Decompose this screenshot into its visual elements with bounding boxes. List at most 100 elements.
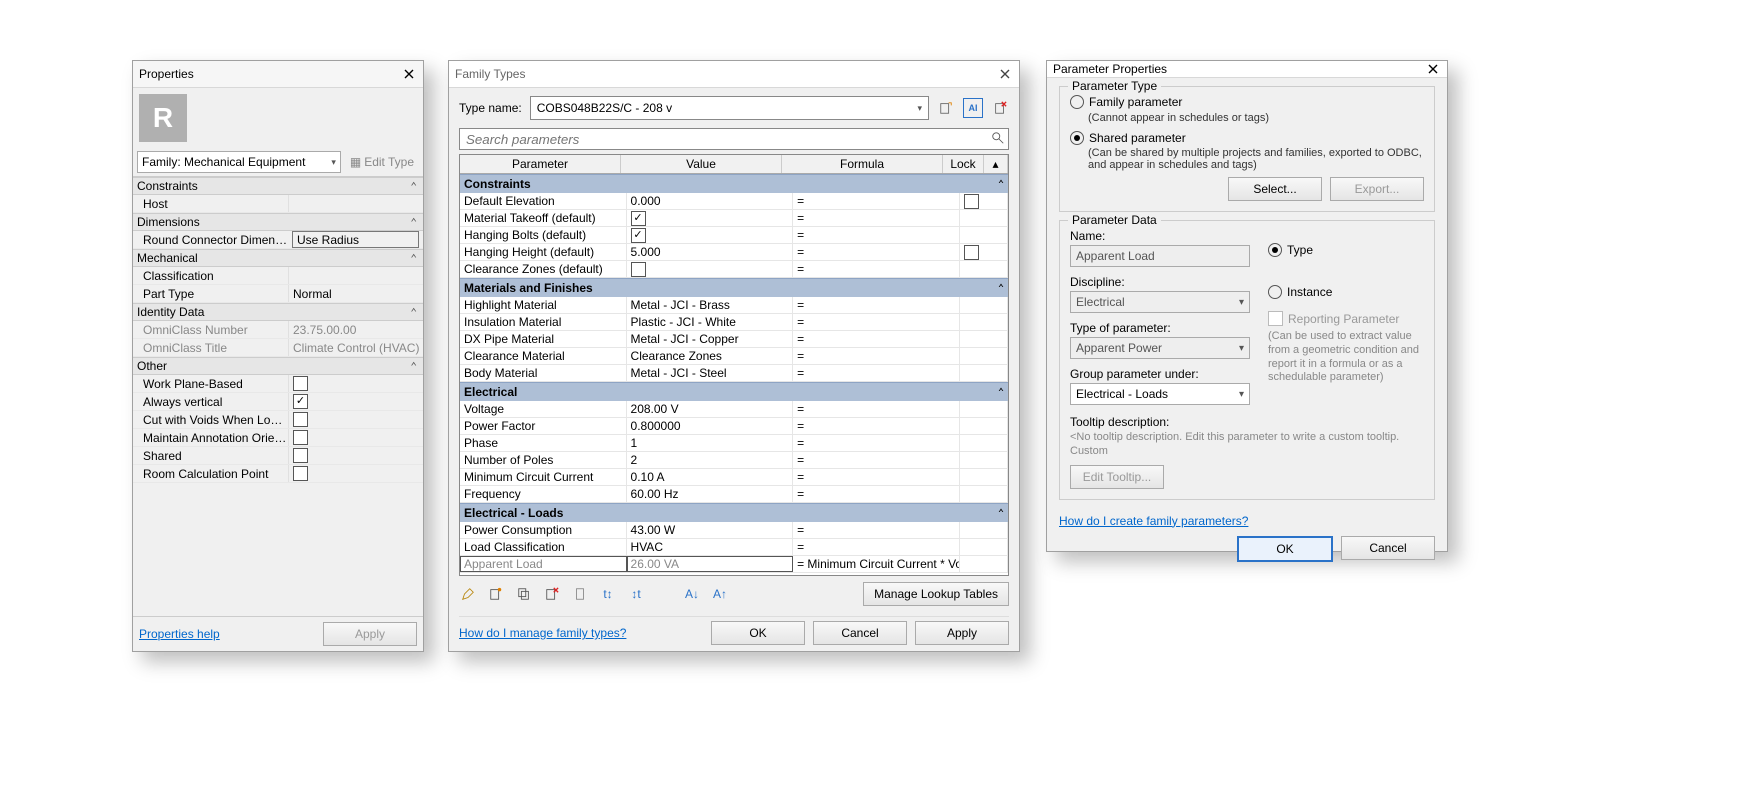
apply-button[interactable]: Apply — [323, 622, 417, 646]
type-of-parameter-select[interactable]: Apparent Power — [1070, 337, 1250, 359]
manage-family-types-link[interactable]: How do I manage family types? — [459, 626, 626, 640]
prop-classification[interactable]: Classification — [133, 267, 423, 285]
rename-type-icon[interactable]: AI — [963, 98, 983, 118]
group-under-select[interactable]: Electrical - Loads — [1070, 383, 1250, 405]
checkbox[interactable] — [631, 211, 646, 226]
edit-type-icon: ▦ — [350, 155, 361, 169]
prop-cut-with-voids[interactable]: Cut with Voids When Load... — [133, 411, 423, 429]
group-electrical-loads[interactable]: Electrical - Loads⌃ — [460, 503, 1008, 522]
name-field: Apparent Load — [1070, 245, 1250, 267]
table-row: Minimum Circuit Current0.10 A= — [460, 469, 1008, 486]
close-icon[interactable] — [997, 66, 1013, 82]
table-row: Body MaterialMetal - JCI - Steel= — [460, 365, 1008, 382]
new-type-icon[interactable] — [937, 99, 955, 117]
scroll-up-icon[interactable]: ▴ — [984, 155, 1008, 173]
family-types-title: Family Types — [455, 67, 525, 81]
tooltip-placeholder: <No tooltip description. Edit this param… — [1070, 431, 1424, 459]
collapse-icon: ⌃ — [998, 508, 1004, 519]
move-up-icon[interactable]: t↕ — [599, 585, 617, 603]
checkbox[interactable] — [293, 466, 308, 481]
select-button[interactable]: Select... — [1228, 177, 1322, 201]
properties-help-link[interactable]: Properties help — [139, 627, 220, 641]
manage-lookup-tables-button[interactable]: Manage Lookup Tables — [863, 582, 1009, 606]
prop-shared[interactable]: Shared — [133, 447, 423, 465]
checkbox[interactable] — [631, 228, 646, 243]
checkbox[interactable] — [293, 376, 308, 391]
close-icon[interactable] — [401, 66, 417, 82]
family-parameter-radio[interactable]: Family parameter — [1070, 95, 1182, 109]
sort-asc-icon[interactable]: A↓ — [683, 585, 701, 603]
modify-parameter-icon[interactable] — [459, 585, 477, 603]
checkbox[interactable] — [293, 412, 308, 427]
create-family-parameters-link[interactable]: How do I create family parameters? — [1059, 514, 1435, 528]
table-row: Hanging Bolts (default)= — [460, 227, 1008, 244]
prop-omniclass-number[interactable]: OmniClass Number23.75.00.00 — [133, 321, 423, 339]
parameter-properties-titlebar: Parameter Properties — [1047, 61, 1447, 78]
properties-titlebar: Properties — [133, 61, 423, 88]
new-parameter-icon[interactable] — [487, 585, 505, 603]
apply-button[interactable]: Apply — [915, 621, 1009, 645]
checkbox[interactable] — [631, 262, 646, 277]
instance-radio[interactable]: Instance — [1268, 285, 1424, 299]
cancel-button[interactable]: Cancel — [1341, 536, 1435, 560]
lock-checkbox[interactable] — [964, 245, 979, 260]
table-row: Default Elevation0.000= — [460, 193, 1008, 210]
collapse-icon: ⌃ — [410, 306, 417, 319]
reporting-desc: (Can be used to extract value from a geo… — [1268, 330, 1424, 385]
discipline-select[interactable]: Electrical — [1070, 291, 1250, 313]
prop-maintain-annotation[interactable]: Maintain Annotation Orien... — [133, 429, 423, 447]
ok-button[interactable]: OK — [1237, 536, 1333, 562]
search-parameters-input[interactable] — [459, 128, 1009, 150]
category-mechanical[interactable]: Mechanical⌃ — [133, 249, 423, 267]
category-identity[interactable]: Identity Data⌃ — [133, 303, 423, 321]
category-constraints[interactable]: Constraints⌃ — [133, 177, 423, 195]
type-radio[interactable]: Type — [1268, 243, 1424, 257]
sort-desc-icon[interactable]: A↑ — [711, 585, 729, 603]
edit-type-label: Edit Type — [364, 155, 414, 169]
ok-button[interactable]: OK — [711, 621, 805, 645]
lock-checkbox[interactable] — [964, 194, 979, 209]
close-icon[interactable] — [1425, 61, 1441, 77]
checkbox[interactable] — [293, 448, 308, 463]
chevron-down-icon: ▾ — [331, 157, 336, 168]
table-row-selected[interactable]: Apparent Load26.00 VA= Minimum Circuit C… — [460, 556, 1008, 573]
prop-always-vertical[interactable]: Always vertical — [133, 393, 423, 411]
move-down-icon[interactable]: ↕t — [627, 585, 645, 603]
prop-round-connector[interactable]: Round Connector Dimensi...Use Radius — [133, 231, 423, 249]
category-dimensions[interactable]: Dimensions⌃ — [133, 213, 423, 231]
prop-part-type[interactable]: Part TypeNormal — [133, 285, 423, 303]
edit-type-button[interactable]: ▦ Edit Type — [345, 151, 419, 173]
category-other[interactable]: Other⌃ — [133, 357, 423, 375]
group-constraints[interactable]: Constraints⌃ — [460, 174, 1008, 193]
prop-room-calc-point[interactable]: Room Calculation Point — [133, 465, 423, 483]
group-materials[interactable]: Materials and Finishes⌃ — [460, 278, 1008, 297]
group-electrical[interactable]: Electrical⌃ — [460, 382, 1008, 401]
copy-parameter-icon[interactable] — [515, 585, 533, 603]
type-name-select[interactable]: COBS048B22S/C - 208 v ▾ — [530, 96, 929, 120]
prop-omniclass-title[interactable]: OmniClass TitleClimate Control (HVAC) — [133, 339, 423, 357]
cancel-button[interactable]: Cancel — [813, 621, 907, 645]
prop-host[interactable]: Host — [133, 195, 423, 213]
type-of-parameter-label: Type of parameter: — [1070, 321, 1250, 335]
edit-tooltip-button[interactable]: Edit Tooltip... — [1070, 465, 1164, 489]
collapse-icon: ⌃ — [998, 179, 1004, 190]
reporting-parameter-checkbox[interactable]: Reporting Parameter — [1268, 311, 1424, 326]
prop-work-plane-based[interactable]: Work Plane-Based — [133, 375, 423, 393]
collapse-icon: ⌃ — [998, 283, 1004, 294]
discipline-label: Discipline: — [1070, 275, 1250, 289]
shared-parameter-radio[interactable]: Shared parameter — [1070, 131, 1186, 145]
checkbox[interactable] — [293, 430, 308, 445]
checkbox[interactable] — [293, 394, 308, 409]
table-body[interactable]: Constraints⌃ Default Elevation0.000= Mat… — [460, 174, 1008, 575]
export-button[interactable]: Export... — [1330, 177, 1424, 201]
collapse-icon: ⌃ — [410, 180, 417, 193]
delete-parameter-icon[interactable] — [543, 585, 561, 603]
parameter-properties-title: Parameter Properties — [1053, 62, 1167, 76]
family-category-select[interactable]: Family: Mechanical Equipment ▾ — [137, 151, 341, 173]
type-name-value: COBS048B22S/C - 208 v — [537, 101, 672, 115]
search-icon[interactable] — [991, 131, 1005, 148]
delete-type-icon[interactable] — [991, 99, 1009, 117]
duplicate-parameter-icon[interactable] — [571, 585, 589, 603]
collapse-icon: ⌃ — [410, 252, 417, 265]
parameter-type-label: Parameter Type — [1068, 79, 1161, 93]
